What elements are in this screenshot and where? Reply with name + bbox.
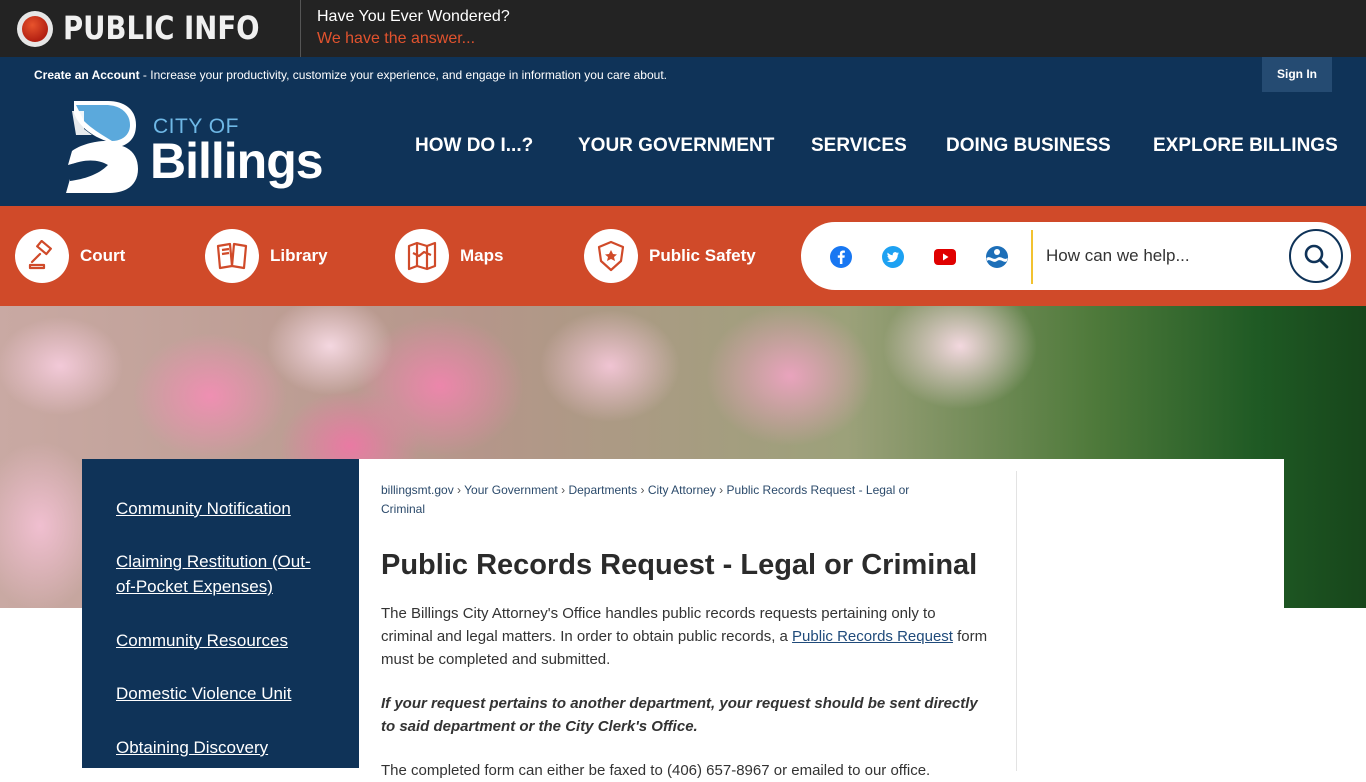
public-info-answer-link[interactable]: We have the answer...: [317, 30, 475, 48]
nav-your-government[interactable]: YOUR GOVERNMENT: [578, 135, 774, 157]
police-badge-icon: [584, 229, 638, 283]
search-input[interactable]: [1046, 236, 1276, 276]
divider: [300, 0, 301, 57]
side-nav-community-notification[interactable]: Community Notification: [116, 496, 326, 521]
side-navigation: Community Notification Claiming Restitut…: [82, 459, 359, 768]
quick-link-label: Maps: [460, 246, 504, 265]
main-content: billingsmt.gov › Your Government › Depar…: [359, 459, 1284, 779]
intro-paragraph: The Billings City Attorney's Office hand…: [381, 602, 991, 671]
quick-link-public-safety[interactable]: Public Safety: [584, 228, 756, 284]
youtube-icon[interactable]: [933, 245, 957, 269]
quick-link-label: Court: [80, 246, 126, 265]
search-separator: [1031, 230, 1033, 284]
public-info-question[interactable]: Have You Ever Wondered?: [317, 8, 510, 26]
create-account-link[interactable]: Create an Account: [34, 68, 140, 82]
quick-link-library[interactable]: Library: [205, 228, 328, 284]
billings-logo-icon: [66, 101, 138, 193]
noaa-icon[interactable]: [985, 245, 1009, 269]
quick-link-court[interactable]: Court: [15, 228, 125, 284]
nav-services[interactable]: SERVICES: [811, 135, 907, 157]
quick-link-maps[interactable]: Maps: [395, 228, 503, 284]
side-nav-claiming-restitution[interactable]: Claiming Restitution (Out-of-Pocket Expe…: [116, 549, 326, 599]
account-message: Create an Account - Increase your produc…: [34, 68, 667, 82]
search-button[interactable]: [1289, 229, 1343, 283]
quick-link-label: Public Safety: [649, 246, 756, 265]
content-divider: [1016, 471, 1017, 771]
breadcrumb: billingsmt.gov › Your Government › Depar…: [381, 483, 910, 516]
facebook-icon[interactable]: [829, 245, 853, 269]
breadcrumb-home[interactable]: billingsmt.gov: [381, 483, 454, 497]
breadcrumb-city-attorney[interactable]: City Attorney: [648, 483, 716, 497]
quick-link-label: Library: [270, 246, 328, 265]
page-title: Public Records Request - Legal or Crimin…: [381, 549, 978, 581]
site-header: CITY OF Billings HOW DO I...? YOUR GOVER…: [0, 93, 1366, 206]
quick-links-bar: Court Library Maps Public Safety: [0, 206, 1366, 306]
map-icon: [395, 229, 449, 283]
nav-explore-billings[interactable]: EXPLORE BILLINGS: [1153, 135, 1338, 157]
search-icon: [1304, 244, 1329, 269]
account-description: - Increase your productivity, customize …: [139, 68, 667, 82]
nav-doing-business[interactable]: DOING BUSINESS: [946, 135, 1111, 157]
side-nav-community-resources[interactable]: Community Resources: [116, 628, 326, 653]
logo-billings-text: Billings: [150, 133, 324, 189]
search-and-social-panel: [801, 222, 1351, 290]
breadcrumb-departments[interactable]: Departments: [568, 483, 637, 497]
breadcrumb-your-government[interactable]: Your Government: [464, 483, 558, 497]
side-nav-obtaining-discovery[interactable]: Obtaining Discovery: [116, 735, 326, 760]
account-bar: Create an Account - Increase your produc…: [0, 57, 1366, 93]
department-notice: If your request pertains to another depa…: [381, 695, 978, 735]
book-icon: [205, 229, 259, 283]
side-nav-domestic-violence-unit[interactable]: Domestic Violence Unit: [116, 681, 326, 706]
public-records-request-link[interactable]: Public Records Request: [792, 628, 953, 645]
city-logo[interactable]: CITY OF Billings: [62, 99, 324, 199]
twitter-icon[interactable]: [881, 245, 905, 269]
submission-paragraph: The completed form can either be faxed t…: [381, 762, 931, 779]
public-info-title[interactable]: PUBLIC INFO: [63, 9, 260, 47]
gavel-icon: [15, 229, 69, 283]
sign-in-button[interactable]: Sign In: [1262, 57, 1332, 92]
public-info-record-icon: [17, 11, 53, 47]
public-info-bar: PUBLIC INFO Have You Ever Wondered? We h…: [0, 0, 1366, 57]
nav-how-do-i[interactable]: HOW DO I...?: [415, 135, 533, 157]
